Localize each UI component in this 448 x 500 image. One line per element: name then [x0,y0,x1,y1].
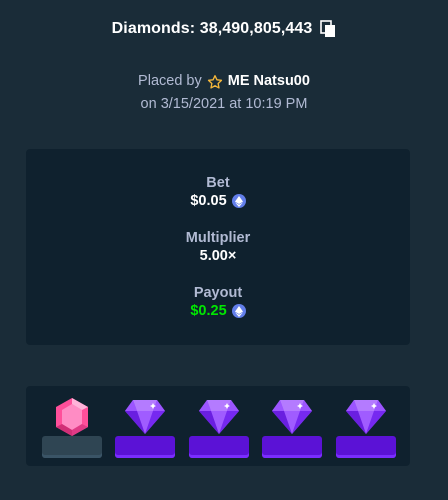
purple-diamond-icon [272,400,312,434]
purple-diamond-icon [125,400,165,434]
placed-by-label: Placed by [138,73,202,89]
diamonds-bet-title: Diamonds: 38,490,805,443 [111,20,313,37]
pink-ruby-icon [56,398,88,436]
multiplier-value: 5.00× [199,248,237,264]
eth-icon [231,304,246,318]
tile-5 [336,394,396,458]
payout-stat: Payout $0.25 [190,284,246,339]
bet-value: $0.05 [190,193,227,209]
payout-label: Payout [193,285,243,301]
placed-by-info: Placed by ME Natsu00 on 3/15/2021 at 10:… [0,70,448,116]
placed-date: on 3/15/2021 at 10:19 PM [140,96,308,112]
tile-1 [42,394,102,458]
copy-icon[interactable] [320,20,336,38]
tile-4 [262,394,322,458]
bet-stat: Bet $0.05 [190,174,246,229]
eth-icon [231,194,246,208]
bet-details-card: Bet $0.05 Multiplier 5.00× Payout $0.25 [26,149,410,345]
tile-3 [189,394,249,458]
payout-value: $0.25 [190,303,227,319]
star-icon [207,74,223,90]
bet-header: Diamonds: 38,490,805,443 [0,0,448,58]
purple-diamond-icon [199,400,239,434]
multiplier-label: Multiplier [185,230,251,246]
purple-diamond-icon [346,400,386,434]
gem-tiles-panel [26,386,410,466]
tile-2 [115,394,175,458]
username-link[interactable]: ME Natsu00 [228,70,310,93]
bet-label: Bet [206,175,230,191]
multiplier-stat: Multiplier 5.00× [186,229,250,284]
